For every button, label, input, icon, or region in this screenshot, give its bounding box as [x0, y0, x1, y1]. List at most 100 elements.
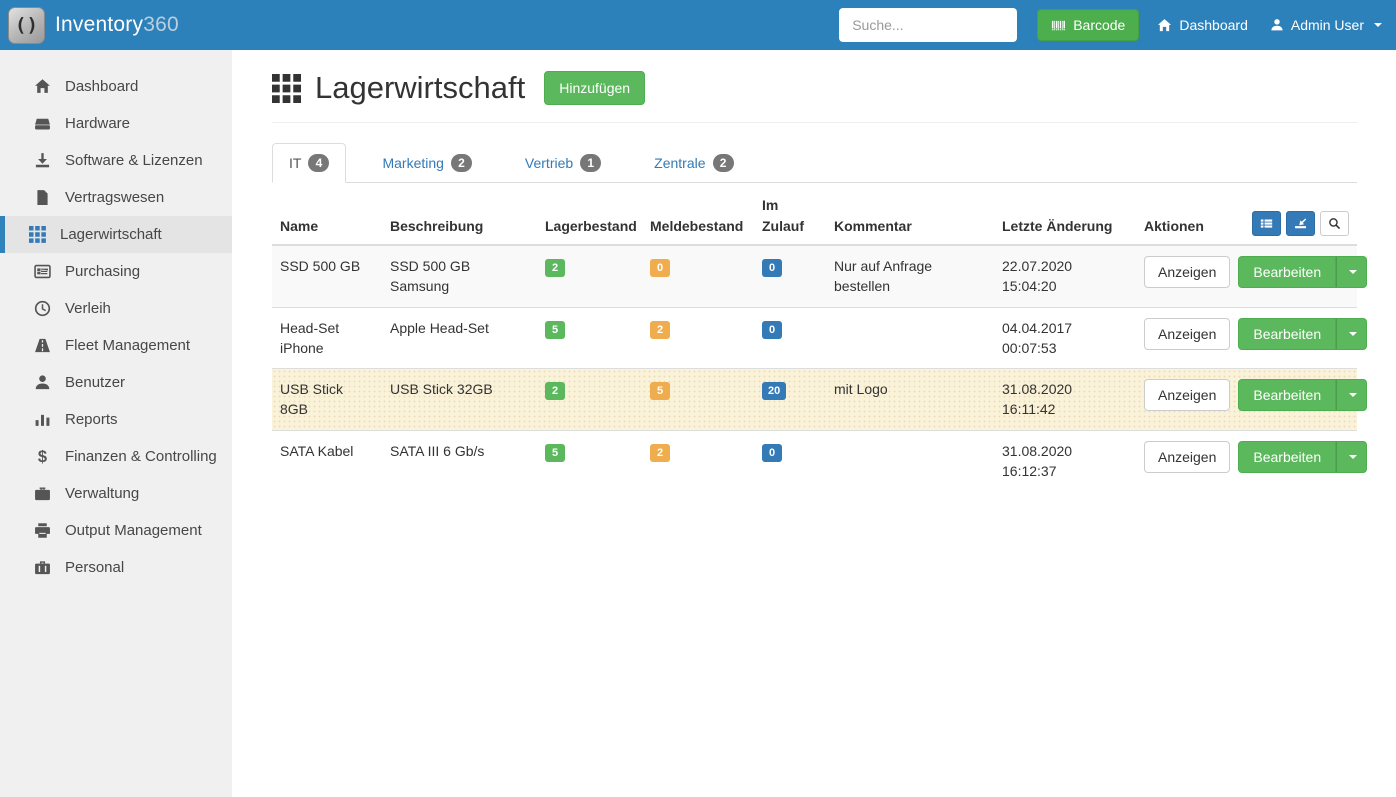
tab-label: IT — [289, 155, 301, 171]
table-header-row: Name Beschreibung Lagerbestand Meldebest… — [272, 187, 1357, 245]
modified-time: 00:07:53 — [1002, 338, 1128, 358]
modified-date: 31.08.2020 — [1002, 441, 1128, 461]
edit-dropdown-toggle[interactable] — [1336, 441, 1367, 473]
edit-button[interactable]: Bearbeiten — [1238, 441, 1336, 473]
table-search-button[interactable] — [1320, 211, 1349, 236]
file-icon — [33, 189, 51, 206]
sidebar-item-reports[interactable]: Reports — [0, 401, 232, 438]
tab-it[interactable]: IT 4 — [272, 143, 346, 183]
reorder-badge: 5 — [650, 382, 670, 400]
cell-comment — [826, 430, 994, 491]
sidebar-item-verwaltung[interactable]: Verwaltung — [0, 475, 232, 512]
edit-button[interactable]: Bearbeiten — [1238, 256, 1336, 288]
view-button[interactable]: Anzeigen — [1144, 379, 1230, 411]
tab-zentrale[interactable]: Zentrale2 — [637, 143, 750, 183]
nav-dashboard-link[interactable]: Dashboard — [1153, 11, 1252, 39]
sidebar-item-output-management[interactable]: Output Management — [0, 512, 232, 549]
stock-badge: 5 — [545, 321, 565, 339]
cell-comment — [826, 307, 994, 369]
inventory-table: Name Beschreibung Lagerbestand Meldebest… — [272, 187, 1357, 491]
list-alt-icon — [33, 263, 51, 280]
sidebar-item-label: Verwaltung — [65, 485, 139, 502]
tab-count-badge: 2 — [713, 154, 734, 172]
page-title: Lagerwirtschaft — [272, 70, 525, 106]
cell-description: SSD 500 GB Samsung — [382, 245, 537, 307]
sidebar-item-label: Finanzen & Controlling — [65, 448, 217, 465]
brand-name: Inventory — [55, 13, 143, 36]
edit-dropdown-toggle[interactable] — [1336, 318, 1367, 350]
view-button[interactable]: Anzeigen — [1144, 441, 1230, 473]
sidebar-item-software-lizenzen[interactable]: Software & Lizenzen — [0, 142, 232, 179]
title-divider — [272, 122, 1357, 123]
search-icon — [1328, 217, 1341, 230]
sidebar-item-label: Hardware — [65, 115, 130, 132]
sidebar-item-label: Reports — [65, 411, 118, 428]
col-header-comment: Kommentar — [826, 187, 994, 245]
caret-down-icon — [1349, 393, 1357, 397]
add-button[interactable]: Hinzufügen — [544, 71, 645, 105]
col-header-incoming: Im Zulauf — [754, 187, 826, 245]
stock-badge: 5 — [545, 444, 565, 462]
col-header-description: Beschreibung — [382, 187, 537, 245]
bar-chart-icon — [33, 411, 51, 428]
caret-down-icon — [1349, 332, 1357, 336]
tab-vertrieb[interactable]: Vertrieb1 — [508, 143, 618, 183]
user-menu[interactable]: Admin User — [1266, 11, 1386, 39]
sidebar-item-label: Verleih — [65, 300, 111, 317]
import-icon — [1294, 217, 1307, 230]
list-view-button[interactable] — [1252, 211, 1281, 236]
brand-logo[interactable]: () Inventory360 — [8, 7, 179, 44]
top-navbar: () Inventory360 Barcode Dashboard — [0, 0, 1396, 50]
app-logo-icon: () — [8, 7, 45, 44]
view-button[interactable]: Anzeigen — [1144, 256, 1230, 288]
edit-split-button: Bearbeiten — [1238, 379, 1367, 411]
edit-dropdown-toggle[interactable] — [1336, 256, 1367, 288]
tab-count-badge: 4 — [308, 154, 329, 172]
sidebar-item-lagerwirtschaft[interactable]: Lagerwirtschaft — [0, 216, 232, 253]
sidebar-item-personal[interactable]: Personal — [0, 549, 232, 586]
sidebar-item-finanzen-controlling[interactable]: $ Finanzen & Controlling — [0, 438, 232, 475]
cell-modified: 31.08.2020 16:11:42 — [994, 369, 1136, 431]
col-header-modified: Letzte Änderung — [994, 187, 1136, 245]
barcode-button[interactable]: Barcode — [1037, 9, 1139, 41]
col-header-actions: Aktionen — [1144, 216, 1204, 236]
import-button[interactable] — [1286, 211, 1315, 236]
edit-button[interactable]: Bearbeiten — [1238, 318, 1336, 350]
sidebar-item-dashboard[interactable]: Dashboard — [0, 68, 232, 105]
tab-marketing[interactable]: Marketing2 — [365, 143, 488, 183]
edit-split-button: Bearbeiten — [1238, 256, 1367, 288]
incoming-badge: 20 — [762, 382, 786, 400]
sidebar-item-purchasing[interactable]: Purchasing — [0, 253, 232, 290]
edit-dropdown-toggle[interactable] — [1336, 379, 1367, 411]
user-menu-label: Admin User — [1291, 17, 1364, 33]
view-button[interactable]: Anzeigen — [1144, 318, 1230, 350]
grid-icon — [272, 74, 301, 103]
sidebar-item-hardware[interactable]: Hardware — [0, 105, 232, 142]
sidebar-item-verleih[interactable]: Verleih — [0, 290, 232, 327]
cell-name: Head-Set iPhone — [272, 307, 382, 369]
cell-description: Apple Head-Set — [382, 307, 537, 369]
table-row: SATA Kabel SATA III 6 Gb/s 5 2 0 31.08.2… — [272, 430, 1357, 491]
tab-label: Vertrieb — [525, 155, 573, 171]
cell-name: USB Stick 8GB — [272, 369, 382, 431]
brand-title: Inventory360 — [55, 13, 179, 37]
search-input[interactable] — [839, 8, 1017, 42]
sidebar-item-benutzer[interactable]: Benutzer — [0, 364, 232, 401]
sidebar-item-label: Output Management — [65, 522, 202, 539]
svg-text:$: $ — [37, 448, 46, 465]
cell-description: SATA III 6 Gb/s — [382, 430, 537, 491]
main-content: Lagerwirtschaft Hinzufügen IT 4 Marketing2… — [232, 50, 1396, 797]
sidebar-item-vertragswesen[interactable]: Vertragswesen — [0, 179, 232, 216]
sidebar-item-fleet-management[interactable]: Fleet Management — [0, 327, 232, 364]
barcode-icon — [1051, 18, 1066, 33]
edit-button[interactable]: Bearbeiten — [1238, 379, 1336, 411]
road-icon — [33, 337, 51, 354]
sidebar-nav: Dashboard Hardware Software & LizenzenVert… — [0, 50, 232, 797]
col-header-reorder: Meldebestand — [642, 187, 754, 245]
incoming-badge: 0 — [762, 321, 782, 339]
reorder-badge: 0 — [650, 259, 670, 277]
user-icon — [33, 374, 51, 391]
sidebar-item-label: Purchasing — [65, 263, 140, 280]
modified-date: 31.08.2020 — [1002, 379, 1128, 399]
modified-time: 16:12:37 — [1002, 461, 1128, 481]
